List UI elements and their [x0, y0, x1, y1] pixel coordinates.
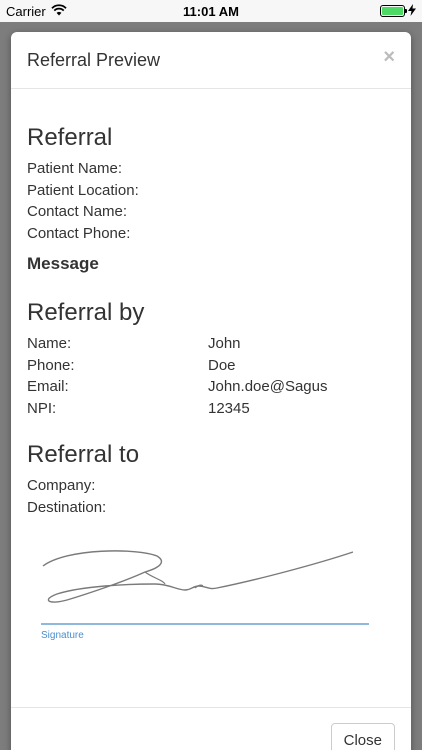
- status-right: [380, 3, 416, 19]
- email-label: Email:: [27, 378, 69, 395]
- close-button[interactable]: Close: [330, 723, 395, 750]
- email-value: John.doe@Sagus: [208, 378, 328, 395]
- contact-phone-label: Contact Phone:: [27, 224, 131, 242]
- signature-label: Signature: [41, 630, 84, 641]
- referral-by-row: Phone: Doe: [27, 355, 395, 377]
- carrier-label: Carrier: [6, 3, 46, 19]
- modal-header: Referral Preview ×: [11, 32, 411, 89]
- signature-area: Signature: [27, 528, 395, 641]
- phone-label: Phone:: [27, 356, 75, 374]
- referral-by-row: Email: John.doe@Sagus: [27, 376, 395, 398]
- company-label: Company:: [27, 477, 96, 494]
- name-value: John: [208, 335, 241, 352]
- modal-body: Referral Patient Name: Patient Location:…: [11, 124, 411, 641]
- signature-line: [41, 623, 369, 625]
- referral-heading: Referral: [27, 124, 113, 151]
- phone-value: Doe: [208, 356, 236, 374]
- status-bar: Carrier 11:01 AM: [0, 0, 422, 22]
- referral-preview-modal: Referral Preview × Referral Patient Name…: [11, 32, 411, 750]
- name-label: Name:: [27, 335, 72, 352]
- contact-name-label: Contact Name:: [27, 203, 128, 220]
- modal-title: Referral Preview: [27, 50, 161, 70]
- charging-bolt-icon: [408, 3, 416, 19]
- referral-by-row: NPI: 12345: [27, 398, 395, 420]
- modal-footer: Close: [11, 707, 411, 750]
- referral-by-row: Name: John: [27, 333, 395, 355]
- destination-label: Destination:: [27, 498, 107, 516]
- referral-by-table: Name: John Phone: Doe Email: John.doe@Sa…: [27, 333, 395, 419]
- status-left: Carrier: [6, 4, 67, 19]
- npi-value: 12345: [208, 399, 250, 417]
- referral-fields: Patient Name: Patient Location: Contact …: [27, 158, 395, 244]
- signature-drawing: [42, 550, 354, 603]
- referral-to-heading: Referral to: [27, 441, 140, 468]
- battery-icon: [380, 5, 407, 17]
- message-heading: Message: [27, 254, 99, 273]
- referral-to-fields: Company: Destination:: [27, 475, 395, 518]
- wifi-icon: [51, 3, 67, 19]
- referral-by-heading: Referral by: [27, 299, 145, 326]
- patient-name-label: Patient Name:: [27, 160, 123, 177]
- npi-label: NPI:: [27, 399, 57, 417]
- patient-location-label: Patient Location:: [27, 181, 139, 199]
- close-icon[interactable]: ×: [383, 46, 395, 69]
